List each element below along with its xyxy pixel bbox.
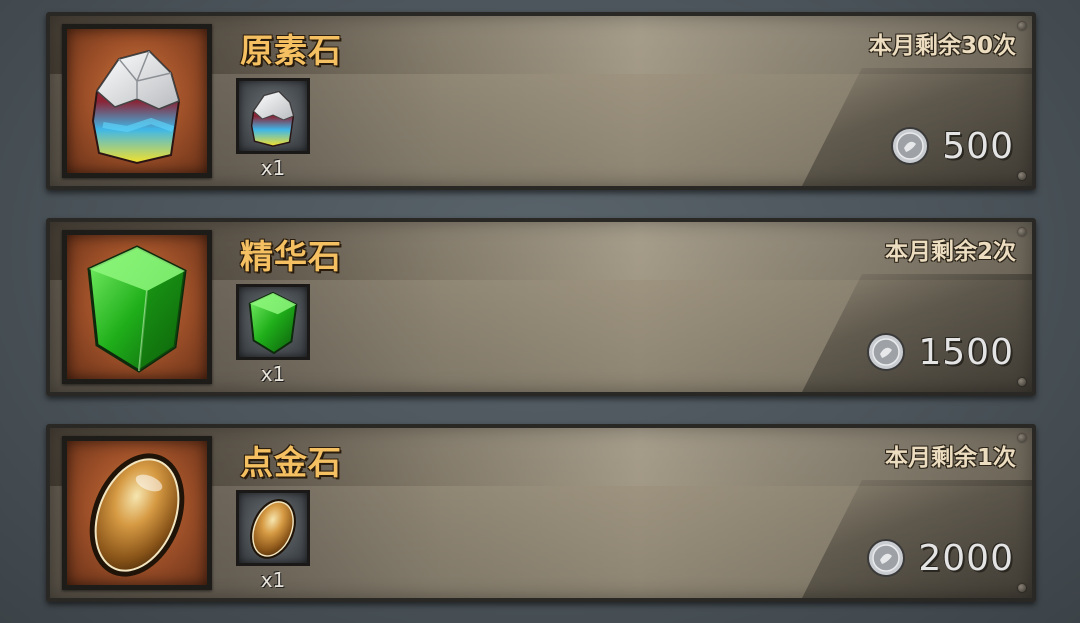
reward-quantity: x1 [260,362,286,386]
silver-coin-icon [867,333,906,371]
item-image-frame[interactable] [62,436,212,590]
silver-coin-icon [891,127,930,165]
price-value: 2000 [918,537,1014,579]
monthly-remaining-text: 本月剩余1次 [884,445,1016,471]
monthly-remaining-text: 本月剩余30次 [868,33,1016,59]
price-tag[interactable]: 1500 [866,330,1014,374]
exchange-item-card[interactable]: 原素石 本月剩余30次 x1 500 [46,12,1036,190]
price-value: 500 [942,125,1014,167]
price-tag[interactable]: 2000 [866,536,1014,580]
bolt-icon [1018,378,1026,386]
silver-coin-icon [867,539,906,577]
reward-slot[interactable] [236,78,310,154]
bolt-icon [1018,228,1026,236]
reward-quantity: x1 [260,568,286,592]
raw-crystal-icon [91,49,181,165]
item-name: 原素石 [240,31,342,70]
bolt-icon [1018,172,1026,180]
exchange-item-card[interactable]: 精华石 本月剩余2次 x1 1500 [46,218,1036,396]
bolt-icon [1018,434,1026,442]
price-tag[interactable]: 500 [890,124,1014,168]
raw-crystal-icon [250,90,295,147]
item-name: 精华石 [240,237,342,276]
price-value: 1500 [918,331,1014,373]
bolt-icon [1018,584,1026,592]
gold-stone-icon [89,453,185,577]
bolt-icon [1018,22,1026,30]
green-crystal-icon [87,245,187,373]
exchange-list: 原素石 本月剩余30次 x1 500 精华石 本月剩余2次 x1 1500 点金… [0,0,1080,623]
monthly-remaining-text: 本月剩余2次 [884,239,1016,265]
reward-slot[interactable] [236,284,310,360]
reward-slot[interactable] [236,490,310,566]
reward-quantity: x1 [260,156,286,180]
gold-stone-icon [250,499,296,559]
item-name: 点金石 [240,443,342,482]
green-crystal-icon [248,291,298,355]
item-image-frame[interactable] [62,24,212,178]
item-image-frame[interactable] [62,230,212,384]
exchange-item-card[interactable]: 点金石 本月剩余1次 x1 2000 [46,424,1036,602]
